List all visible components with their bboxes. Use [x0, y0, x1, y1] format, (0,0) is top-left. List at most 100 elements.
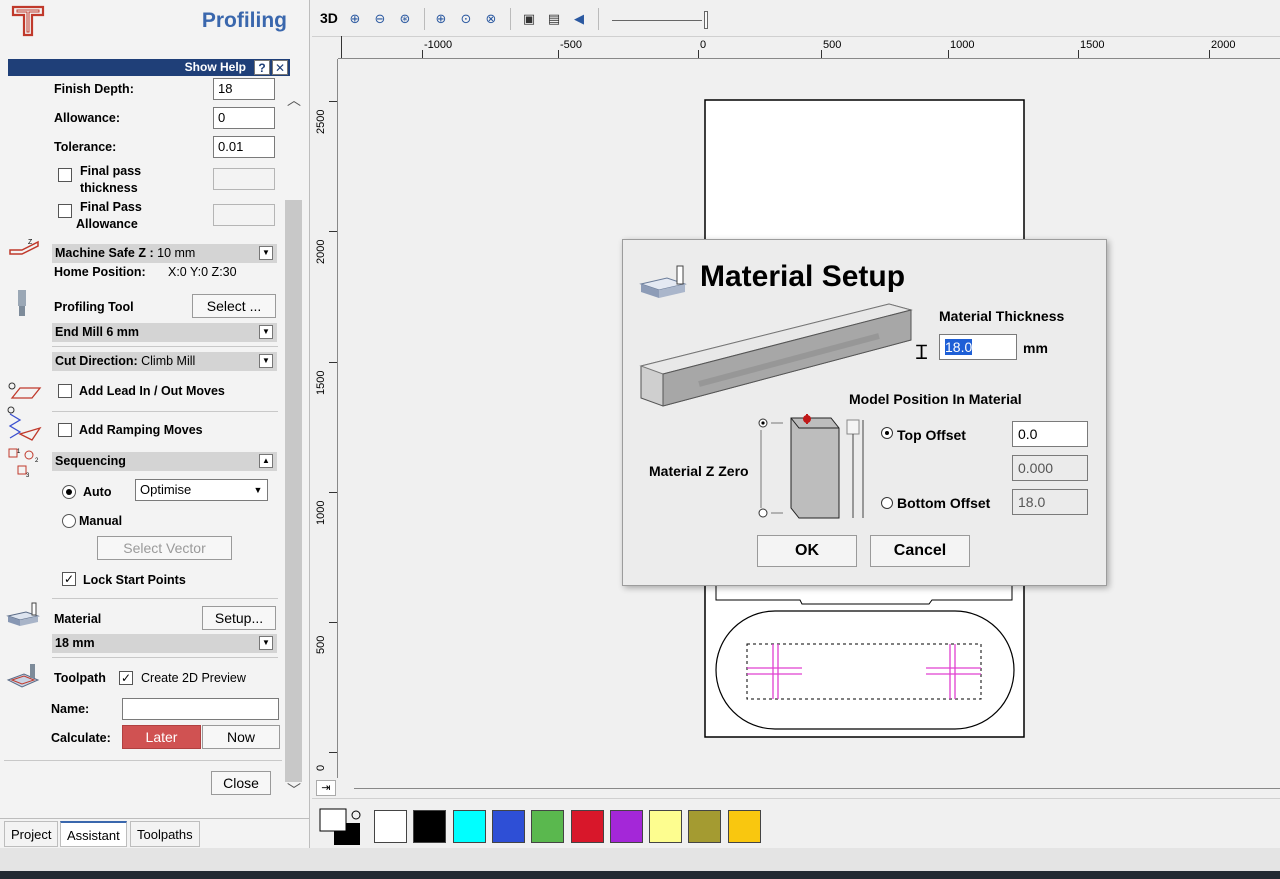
cut-direction-label: Cut Direction: [55, 354, 138, 368]
auto-option-select[interactable]: Optimise ▼ [135, 479, 268, 501]
material-icon [6, 602, 40, 626]
color-swatch-black[interactable] [413, 810, 446, 843]
color-swatch-gold[interactable] [728, 810, 761, 843]
material-value: 18 mm [55, 636, 95, 650]
zoom-box-icon[interactable]: ⊕ [432, 10, 450, 28]
view-toolbar: 3D ⊕ ⊖ ⊛ ⊕ ⊙ ⊗ ▣ ▤ ◀ [312, 0, 1280, 37]
panel-scrollbar[interactable]: ︿ ﹀ [285, 80, 302, 805]
final-pass-thickness-checkbox[interactable] [58, 168, 72, 182]
sequencing-section[interactable]: Sequencing ▲ [52, 452, 277, 471]
machine-safe-z-dropdown[interactable]: Machine Safe Z : 10 mm ▼ [52, 244, 277, 263]
scroll-track[interactable] [354, 788, 1280, 789]
color-swatch-blue[interactable] [492, 810, 525, 843]
zoom-fit-icon[interactable]: ⊛ [396, 10, 414, 28]
lead-in-checkbox[interactable] [58, 384, 72, 398]
calculate-later-button[interactable]: Later [122, 725, 201, 749]
tab-toolpaths[interactable]: Toolpaths [130, 821, 200, 847]
offset-readout: 0.000 [1012, 455, 1088, 481]
ramping-checkbox[interactable] [58, 423, 72, 437]
allowance-label: Allowance: [54, 111, 120, 125]
tolerance-input[interactable]: 0.01 [213, 136, 275, 158]
calculate-now-button[interactable]: Now [202, 725, 280, 749]
lock-start-points-label: Lock Start Points [83, 573, 186, 587]
lock-start-points-checkbox[interactable]: ✓ [62, 572, 76, 586]
zoom-out-icon[interactable]: ⊖ [371, 10, 389, 28]
scroll-right-icon[interactable]: ⇥ [316, 780, 336, 796]
toolpath-icon [6, 664, 40, 688]
final-pass-thickness-label-2: thickness [80, 181, 138, 195]
select-arrow-icon[interactable]: ▼ [251, 482, 265, 498]
color-swatch-olive[interactable] [688, 810, 721, 843]
zoom-in-icon[interactable]: ⊕ [346, 10, 364, 28]
final-pass-allowance-checkbox[interactable] [58, 204, 72, 218]
tab-assistant[interactable]: Assistant [60, 821, 127, 847]
ok-button[interactable]: OK [757, 535, 857, 567]
dropdown-arrow-icon[interactable]: ▼ [259, 636, 273, 650]
select-vector-button[interactable]: Select Vector [97, 536, 232, 560]
final-pass-allowance-input[interactable] [213, 204, 275, 226]
final-pass-thickness-input[interactable] [213, 168, 275, 190]
panel-title: Profiling [201, 9, 287, 32]
scroll-thumb[interactable] [285, 200, 302, 782]
zoom-selection-icon[interactable]: ⊙ [457, 10, 475, 28]
top-offset-radio[interactable] [881, 427, 893, 439]
home-position-label: Home Position: [54, 265, 146, 279]
show-vectors-icon[interactable]: ▣ [520, 10, 538, 28]
top-offset-input[interactable]: 0.0 [1012, 421, 1088, 447]
auto-radio[interactable] [62, 485, 76, 499]
color-swatch-yellow[interactable] [649, 810, 682, 843]
create-2d-preview-checkbox[interactable]: ✓ [119, 671, 133, 685]
zoom-all-icon[interactable]: ⊗ [482, 10, 500, 28]
layer-colors-icon[interactable] [318, 807, 366, 847]
finish-depth-input[interactable]: 18 [213, 78, 275, 100]
cancel-button[interactable]: Cancel [870, 535, 970, 567]
select-tool-button[interactable]: Select ... [192, 294, 276, 318]
material-label: Material [54, 612, 102, 626]
show-toolpaths-icon[interactable]: ▤ [545, 10, 563, 28]
manual-radio[interactable] [62, 514, 76, 528]
sequencing-icon: 1 2 3 [8, 448, 39, 479]
create-2d-preview-label: Create 2D Preview [141, 671, 246, 685]
bottom-offset-radio[interactable] [881, 497, 893, 509]
scroll-up-icon[interactable]: ︿ [287, 90, 301, 110]
3d-view-button[interactable]: 3D [320, 10, 338, 26]
color-swatch-red[interactable] [571, 810, 604, 843]
auto-option-value: Optimise [140, 482, 192, 497]
home-position-value: X:0 Y:0 Z:30 [168, 265, 237, 279]
help-question-button[interactable]: ? [254, 60, 270, 75]
allowance-input[interactable]: 0 [213, 107, 275, 129]
lead-in-label: Add Lead In / Out Moves [79, 384, 225, 398]
material-dropdown[interactable]: 18 mm ▼ [52, 634, 277, 653]
scroll-down-icon[interactable]: ﹀ [287, 780, 301, 800]
material-setup-button[interactable]: Setup... [202, 606, 276, 630]
dropdown-arrow-icon[interactable]: ▼ [259, 325, 273, 339]
color-palette [312, 798, 1280, 848]
dropdown-arrow-icon[interactable]: ▼ [259, 354, 273, 368]
close-button[interactable]: Close [211, 771, 271, 795]
transparency-slider-track[interactable] [612, 20, 702, 21]
help-close-button[interactable]: ✕ [272, 60, 288, 75]
show-help-link[interactable]: Show Help [185, 60, 246, 74]
tab-project[interactable]: Project [4, 821, 59, 847]
z-zero-illustration [758, 414, 864, 519]
collapse-arrow-icon[interactable]: ▲ [259, 454, 273, 468]
color-swatch-green[interactable] [531, 810, 564, 843]
thickness-input[interactable]: 18.0 [939, 334, 1017, 360]
toolbar-separator [424, 8, 425, 30]
dropdown-arrow-icon[interactable]: ▼ [259, 246, 273, 260]
color-swatch-white[interactable] [374, 810, 407, 843]
color-swatch-cyan[interactable] [453, 810, 486, 843]
bottom-offset-input[interactable]: 18.0 [1012, 489, 1088, 515]
transparency-slider-handle[interactable] [704, 11, 708, 29]
color-swatch-purple[interactable] [610, 810, 643, 843]
manual-label: Manual [79, 514, 123, 528]
lighting-icon[interactable]: ◀ [570, 10, 588, 28]
thickness-unit: mm [1023, 340, 1048, 356]
cut-direction-dropdown[interactable]: Cut Direction: Climb Mill ▼ [52, 352, 277, 371]
horizontal-scrollbar[interactable]: ⇥ [312, 778, 1280, 798]
finish-depth-label: Finish Depth: [54, 82, 134, 96]
tool-dropdown[interactable]: End Mill 6 mm ▼ [52, 323, 277, 342]
model-position-label: Model Position In Material [849, 391, 1022, 407]
divider [52, 411, 278, 412]
toolpath-name-input[interactable] [122, 698, 279, 720]
